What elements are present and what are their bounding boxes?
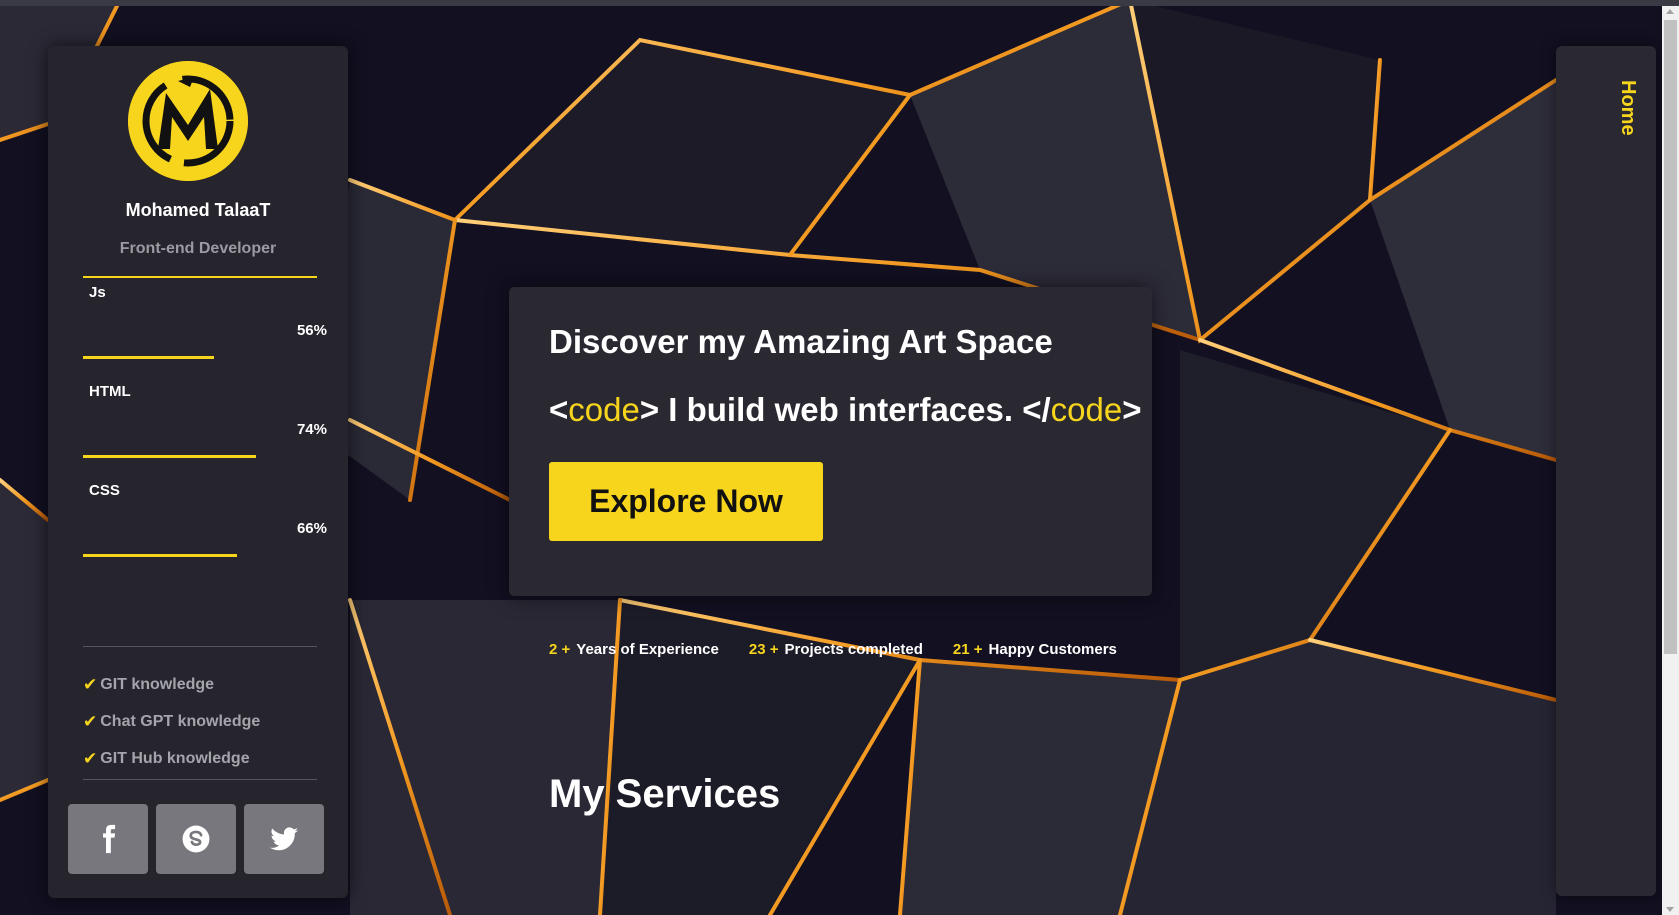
knowledge-label: GIT knowledge bbox=[100, 675, 215, 693]
tagline-text: > I build web interfaces. </ bbox=[639, 391, 1051, 428]
skill-html: HTML 74% bbox=[83, 383, 327, 483]
knowledge-label: GIT Hub knowledge bbox=[100, 749, 250, 767]
scroll-down-arrow-icon[interactable] bbox=[1666, 907, 1674, 912]
skill-label: CSS bbox=[89, 482, 120, 499]
skill-percent: 74% bbox=[296, 421, 327, 438]
skill-bar bbox=[83, 554, 317, 557]
social-links bbox=[68, 804, 324, 874]
stat-number: 2 + bbox=[549, 641, 571, 658]
tag-bracket: > bbox=[1122, 391, 1142, 428]
skype-button[interactable] bbox=[156, 804, 236, 874]
skill-percent: 56% bbox=[296, 322, 327, 339]
stat-customers: 21 + Happy Customers bbox=[953, 641, 1117, 658]
hero-title: Discover my Amazing Art Space bbox=[549, 323, 1053, 360]
explore-now-button[interactable]: Explore Now bbox=[549, 462, 823, 541]
knowledge-list: ✔ GIT knowledge ✔ Chat GPT knowledge ✔ G… bbox=[83, 666, 323, 777]
skill-bar bbox=[83, 455, 317, 458]
divider bbox=[83, 779, 317, 780]
list-item: ✔ Chat GPT knowledge bbox=[83, 703, 323, 740]
skill-percent: 66% bbox=[296, 520, 327, 537]
divider bbox=[83, 646, 317, 647]
stat-label: Years of Experience bbox=[576, 641, 719, 658]
twitter-button[interactable] bbox=[244, 804, 324, 874]
check-icon: ✔ bbox=[83, 674, 98, 694]
skype-icon bbox=[182, 825, 210, 853]
list-item: ✔ GIT knowledge bbox=[83, 666, 323, 703]
check-icon: ✔ bbox=[83, 748, 98, 768]
profile-name: Mohamed TalaaT bbox=[125, 200, 271, 220]
divider bbox=[83, 276, 317, 278]
code-keyword: code bbox=[1050, 391, 1123, 428]
code-keyword: code bbox=[568, 391, 640, 428]
stat-label: Projects completed bbox=[784, 641, 923, 658]
tag-bracket: < bbox=[549, 391, 569, 428]
check-icon: ✔ bbox=[83, 711, 98, 731]
knowledge-label: Chat GPT knowledge bbox=[100, 712, 261, 730]
skill-bar-fill bbox=[83, 356, 215, 359]
twitter-icon bbox=[269, 827, 299, 851]
stat-number: 23 + bbox=[748, 641, 779, 658]
stat-projects: 23 + Projects completed bbox=[749, 641, 923, 658]
skill-bar-fill bbox=[83, 455, 257, 458]
facebook-button[interactable] bbox=[68, 804, 148, 874]
list-item: ✔ GIT Hub knowledge bbox=[83, 740, 323, 777]
skill-label: Js bbox=[89, 284, 106, 301]
stat-years: 2 + Years of Experience bbox=[549, 641, 719, 658]
scroll-up-arrow-icon[interactable] bbox=[1666, 9, 1674, 14]
skill-bar-fill bbox=[83, 554, 238, 557]
skill-label: HTML bbox=[89, 383, 131, 400]
skill-bar bbox=[83, 356, 317, 359]
top-border bbox=[0, 0, 1679, 6]
facebook-icon bbox=[103, 824, 116, 854]
hero-subtitle: <code> I build web interfaces. </code> bbox=[549, 391, 1141, 429]
stat-number: 21 + bbox=[952, 641, 983, 658]
profile-sidebar: M Mohamed TalaaT Front-end Developer Js … bbox=[48, 46, 348, 898]
hero-card: Discover my Amazing Art Space <code> I b… bbox=[509, 287, 1152, 596]
logo-icon bbox=[128, 61, 248, 181]
nav-home-link[interactable]: Home bbox=[1616, 80, 1639, 136]
scroll-thumb[interactable] bbox=[1664, 20, 1677, 654]
scrollbar[interactable] bbox=[1662, 6, 1679, 915]
skill-js: Js 56% bbox=[83, 284, 327, 384]
section-title: My Services bbox=[549, 772, 781, 816]
stats-row: 2 + Years of Experience 23 + Projects comp… bbox=[549, 641, 1147, 658]
skill-css: CSS 66% bbox=[83, 482, 327, 582]
stat-label: Happy Customers bbox=[988, 641, 1117, 658]
side-nav: Home bbox=[1556, 46, 1656, 896]
avatar: M bbox=[128, 61, 248, 181]
profile-role: Front-end Developer bbox=[119, 240, 277, 257]
